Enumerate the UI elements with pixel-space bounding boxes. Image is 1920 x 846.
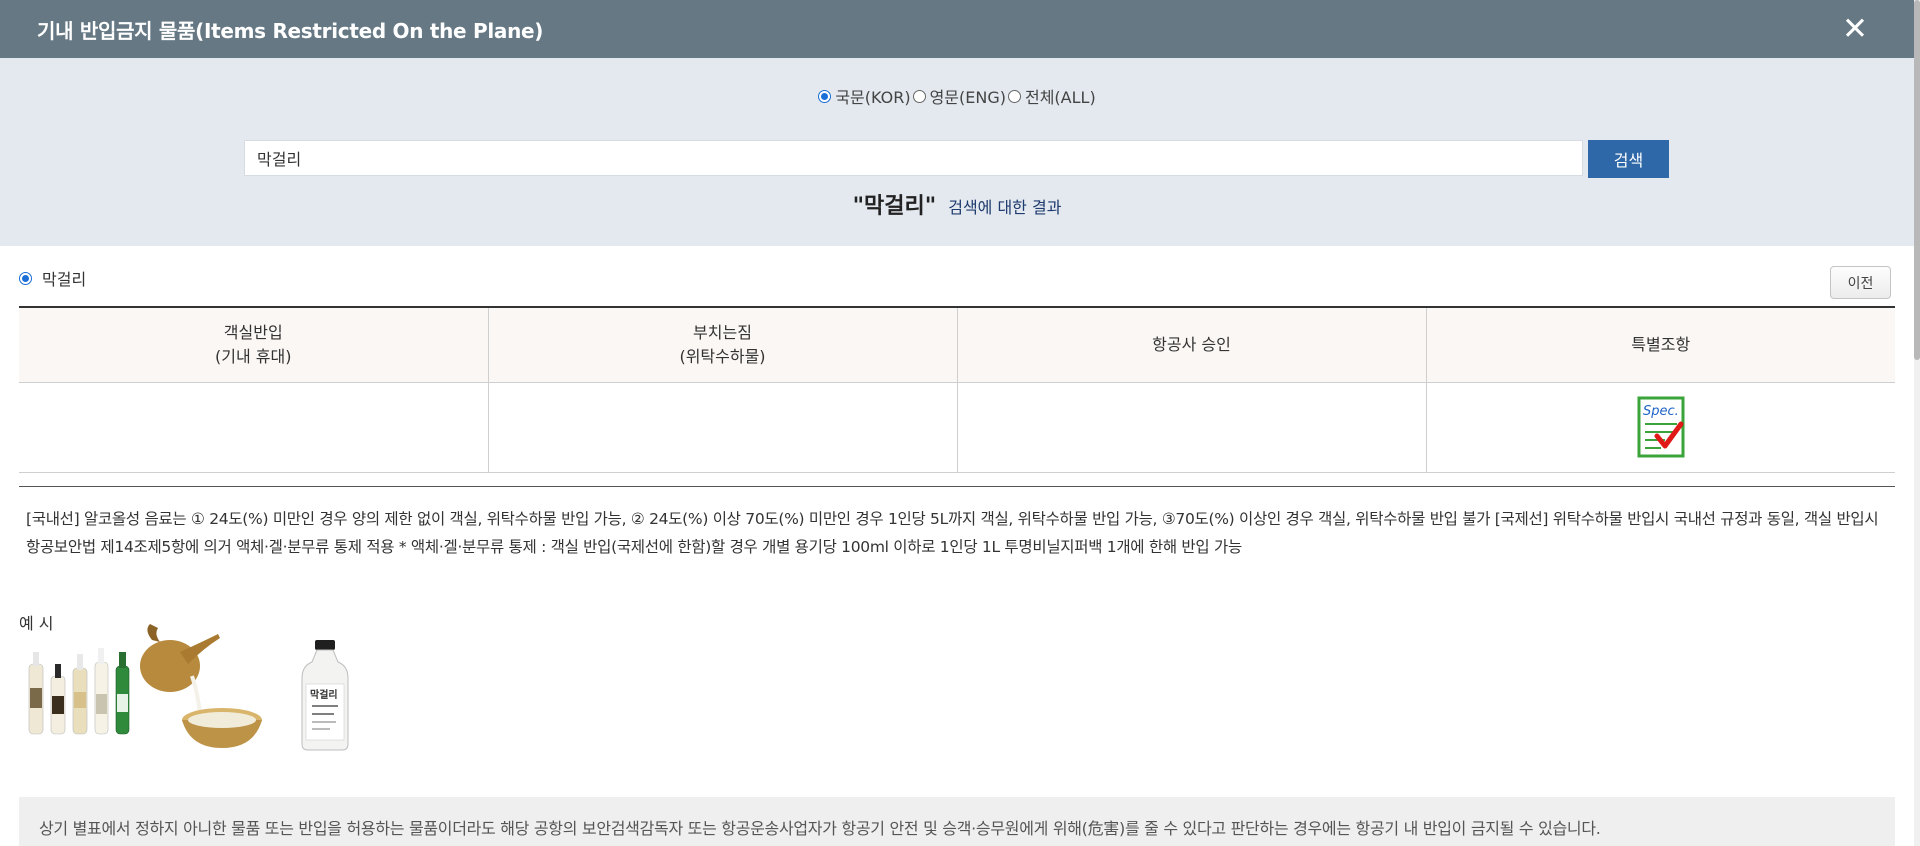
notice-box: 상기 별표에서 정하지 아니한 물품 또는 반입을 허용하는 물품이더라도 해당…	[19, 797, 1895, 846]
result-query: "막걸리"	[852, 194, 937, 219]
rule-description: [국내선] 알코올성 음료는 ① 24도(%) 미만인 경우 양의 제한 없이 …	[26, 510, 1879, 556]
result-item[interactable]: 막걸리	[19, 266, 86, 290]
search-button[interactable]: 검색	[1588, 140, 1669, 178]
cell-cabin	[19, 382, 489, 472]
header-airline-approval: 항공사 승인	[957, 307, 1427, 383]
makgeolli-pouring-image	[140, 624, 262, 748]
cell-airline-approval	[957, 382, 1427, 472]
header-cabin-line1: 객실반입	[223, 322, 283, 342]
bottle-label: 막걸리	[310, 688, 338, 701]
rules-table: 객실반입 (기내 휴대) 부치는짐 (위탁수하물) 항공사 승인 특별조항 Sp…	[19, 306, 1895, 473]
header-checked-line1: 부치는짐	[693, 322, 752, 342]
table-row: Spec.	[19, 382, 1895, 472]
radio-all-button[interactable]	[1007, 89, 1021, 103]
radio-all[interactable]: 전체(ALL)	[1007, 84, 1096, 108]
cell-special: Spec.	[1426, 382, 1895, 472]
search-input[interactable]	[244, 140, 1583, 176]
example-label: 예 시	[19, 614, 54, 633]
header-checked-line2: (위탁수하물)	[679, 346, 766, 366]
makgeolli-bottle-image: 막걸리	[290, 636, 360, 752]
spec-label: Spec.	[1643, 404, 1679, 419]
header-cabin-line2: (기내 휴대)	[215, 346, 292, 366]
example-images: 막걸리	[24, 624, 360, 752]
header-cabin: 객실반입 (기내 휴대)	[19, 307, 489, 383]
cell-checked	[488, 382, 958, 472]
rules-table-header: 객실반입 (기내 휴대) 부치는짐 (위탁수하물) 항공사 승인 특별조항	[19, 307, 1895, 383]
makgeolli-bottles-image	[24, 636, 140, 740]
restricted-items-modal: 기내 반입금지 물품(Items Restricted On the Plane…	[0, 0, 1920, 846]
spec-check-icon[interactable]: Spec.	[1637, 396, 1685, 458]
result-item-label: 막걸리	[42, 270, 87, 289]
scrollbar[interactable]	[1914, 0, 1920, 846]
header-airline-approval-line1: 항공사 승인	[1152, 334, 1231, 354]
radio-kor[interactable]: 국문(KOR)	[818, 84, 911, 108]
radio-eng-button[interactable]	[912, 89, 926, 103]
modal-title: 기내 반입금지 물품(Items Restricted On the Plane…	[37, 18, 544, 43]
modal-header: 기내 반입금지 물품(Items Restricted On the Plane…	[0, 0, 1914, 58]
search-result-heading: "막걸리" 검색에 대한 결과	[0, 188, 1914, 220]
close-icon[interactable]: ✕	[1835, 9, 1875, 49]
search-panel: 국문(KOR) 영문(ENG) 전체(ALL) 검색 "막걸리" 검색에 대한 …	[0, 58, 1914, 246]
scrollbar-thumb[interactable]	[1914, 0, 1920, 360]
result-item-radio[interactable]	[19, 271, 32, 285]
radio-all-label: 전체(ALL)	[1024, 88, 1096, 107]
radio-eng-label: 영문(ENG)	[929, 88, 1006, 107]
header-checked: 부치는짐 (위탁수하물)	[488, 307, 958, 383]
result-suffix: 검색에 대한 결과	[948, 198, 1062, 217]
radio-kor-button[interactable]	[818, 89, 832, 103]
language-radio-group: 국문(KOR) 영문(ENG) 전체(ALL)	[0, 84, 1914, 108]
radio-kor-label: 국문(KOR)	[835, 88, 911, 107]
header-special: 특별조항	[1426, 307, 1895, 383]
radio-eng[interactable]: 영문(ENG)	[912, 84, 1006, 108]
prev-button[interactable]: 이전	[1830, 266, 1891, 299]
section-divider	[19, 486, 1895, 487]
header-special-line1: 특별조항	[1631, 334, 1691, 354]
